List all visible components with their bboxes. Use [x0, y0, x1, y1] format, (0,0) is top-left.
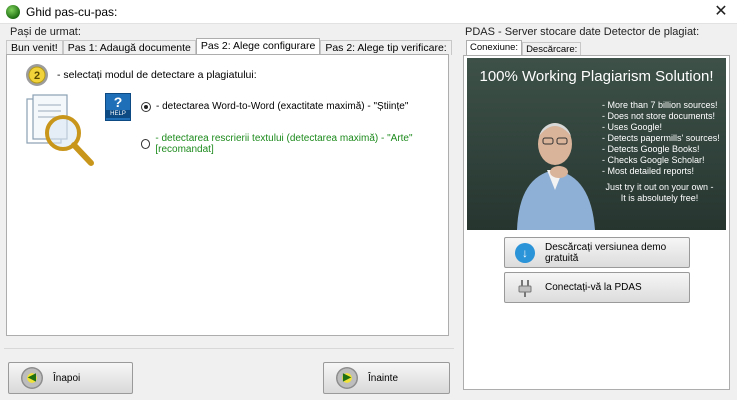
option-rewrite-detection[interactable]: - detectarea rescrierii textului (detect…: [141, 133, 448, 155]
pdas-group-label: PDAS - Server stocare date Detector de p…: [465, 26, 700, 38]
connect-pdas-button[interactable]: Conectați-vă la PDAS: [504, 272, 690, 303]
step-number: 2: [34, 70, 40, 82]
connect-pdas-label: Conectați-vă la PDAS: [545, 282, 642, 293]
arrow-right-icon: ▶: [336, 367, 358, 389]
promo-feature: - Detects Google Books!: [602, 144, 700, 154]
radio-rewrite-detection[interactable]: [141, 139, 151, 149]
title-bar: Ghid pas-cu-pas: ✕: [0, 0, 737, 24]
option-word-to-word[interactable]: - detectarea Word-to-Word (exactitate ma…: [141, 101, 408, 112]
promo-feature: - Does not store documents!: [602, 111, 716, 121]
promo-feature: - Most detailed reports!: [602, 166, 695, 176]
arrow-left-icon: ◀: [21, 367, 43, 389]
next-button-label: Înainte: [368, 372, 399, 384]
help-icon[interactable]: ? HELP: [105, 93, 131, 121]
steps-group-label: Pași de urmat:: [10, 26, 81, 38]
promo-features: - More than 7 billion sources! - Does no…: [602, 100, 720, 177]
promo-footer: Just try it out on your own - It is abso…: [605, 182, 714, 203]
option-word-to-word-label: - detectarea Word-to-Word (exactitate ma…: [156, 101, 409, 112]
document-magnifier-icon: [26, 94, 94, 166]
tab-welcome[interactable]: Bun venit!: [6, 40, 63, 55]
back-button[interactable]: ◀ Înapoi: [8, 362, 133, 394]
promo-banner[interactable]: 100% Working Plagiarism Solution! - More…: [467, 58, 726, 230]
download-demo-button[interactable]: ↓ Descărcați versiunea demo gratuită: [504, 237, 690, 268]
promo-title: 100% Working Plagiarism Solution!: [479, 68, 714, 85]
promo-feature: - Detects papermills' sources!: [602, 133, 720, 143]
back-button-label: Înapoi: [53, 372, 81, 384]
step-instruction: - selectați modul de detectare a plagiat…: [57, 69, 257, 81]
close-button[interactable]: ✕: [707, 0, 735, 24]
presenter-image: [517, 123, 595, 230]
promo-feature: - Checks Google Scholar!: [602, 155, 705, 165]
promo-feature: - Uses Google!: [602, 122, 663, 132]
window-title: Ghid pas-cu-pas:: [26, 5, 118, 19]
divider: [4, 348, 454, 349]
download-icon: ↓: [515, 242, 535, 263]
steps-tab-strip: Bun venit! Pas 1: Adaugă documente Pas 2…: [6, 38, 452, 56]
next-button[interactable]: ▶ Înainte: [323, 362, 450, 394]
radio-word-to-word[interactable]: [141, 101, 151, 112]
option-rewrite-detection-label: - detectarea rescrierii textului (detect…: [155, 133, 413, 155]
plug-icon: [518, 279, 532, 297]
configuration-tab-panel: 2 - selectați modul de detectare a plagi…: [6, 54, 449, 336]
tab-add-documents[interactable]: Pas 1: Adaugă documente: [62, 40, 196, 55]
tab-choose-check-type[interactable]: Pas 2: Alege tip verificare:: [320, 40, 452, 55]
app-icon: [6, 5, 20, 19]
download-demo-label: Descărcați versiunea demo gratuită: [545, 241, 667, 264]
promo-feature: - More than 7 billion sources!: [602, 100, 718, 110]
step-number-badge: 2: [26, 64, 48, 86]
